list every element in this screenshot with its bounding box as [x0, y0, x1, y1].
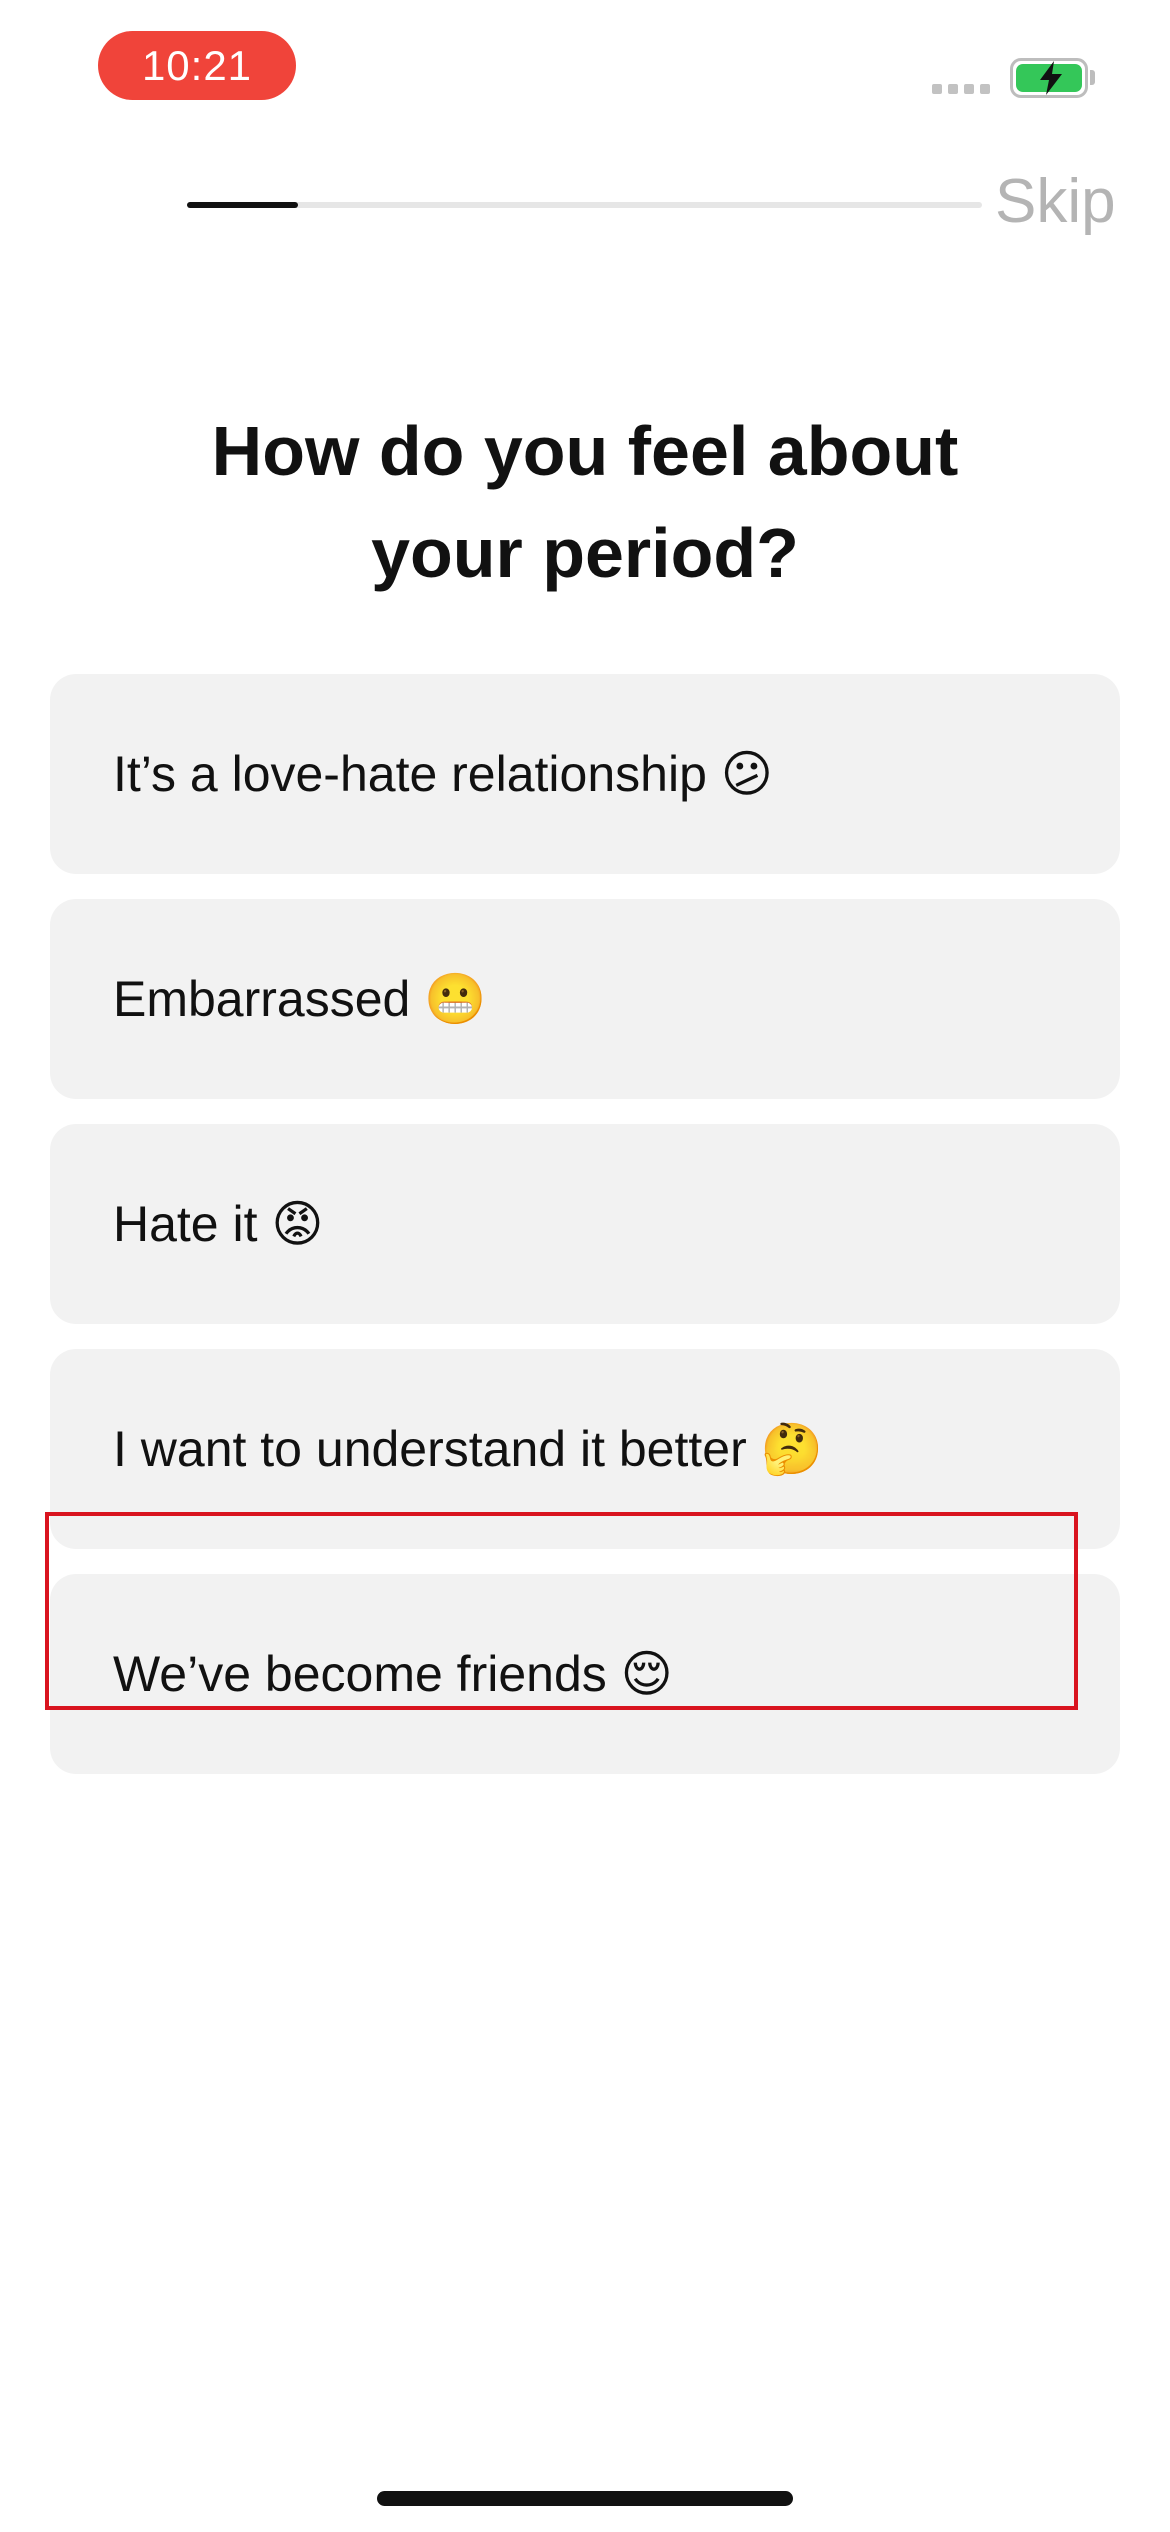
option-label: We’ve become friends 😌: [113, 1646, 673, 1702]
option-label: Embarrassed 😬: [113, 970, 487, 1027]
option-label: Hate it 😡: [113, 1196, 324, 1252]
battery-cap: [1090, 70, 1095, 85]
question-title: How do you feel about your period?: [0, 400, 1170, 604]
charging-bolt-icon: [1040, 61, 1062, 95]
question-title-line1: How do you feel about: [211, 412, 959, 490]
home-indicator: [377, 2491, 793, 2506]
option-label: I want to understand it better 🤔: [113, 1420, 823, 1477]
signal-icon: [932, 84, 990, 94]
option-love-hate[interactable]: It’s a love-hate relationship 😕: [50, 674, 1120, 874]
progress-fill: [187, 202, 299, 208]
skip-button[interactable]: Skip: [995, 166, 1116, 237]
status-time: 10:21: [98, 31, 296, 100]
option-understand-better[interactable]: I want to understand it better 🤔: [50, 1349, 1120, 1549]
battery-icon: [1010, 58, 1088, 98]
question-title-line2: your period?: [371, 514, 799, 592]
answer-options-list: It’s a love-hate relationship 😕 Embarras…: [50, 674, 1120, 1799]
option-become-friends[interactable]: We’ve become friends 😌: [50, 1574, 1120, 1774]
progress-bar: [187, 202, 982, 208]
option-label: It’s a love-hate relationship 😕: [113, 746, 773, 802]
option-hate-it[interactable]: Hate it 😡: [50, 1124, 1120, 1324]
option-embarrassed[interactable]: Embarrassed 😬: [50, 899, 1120, 1099]
